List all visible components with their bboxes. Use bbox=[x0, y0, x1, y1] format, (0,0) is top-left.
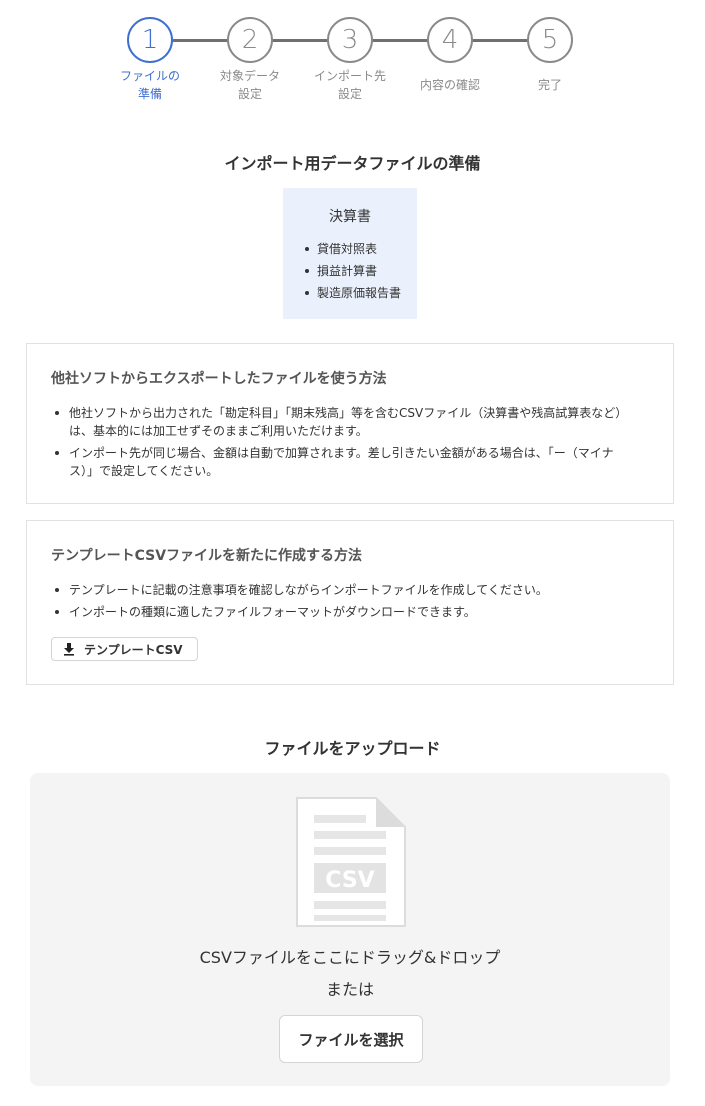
step-circle: 5 bbox=[527, 17, 573, 63]
list-item: 他社ソフトから出力された「勘定科目」「期末残高」等を含むCSVファイル（決算書や… bbox=[51, 404, 649, 440]
file-dropzone[interactable]: CSV CSVファイルをここにドラッグ&ドロップ または ファイルを選択 bbox=[30, 773, 670, 1086]
bullet-line: インポート先が同じ場合、金額は自動で加算されます。差し引きたい金額がある場合は、… bbox=[69, 446, 614, 460]
step-label: ファイルの 準備 bbox=[100, 67, 200, 103]
template-csv-download-button[interactable]: テンプレートCSV bbox=[51, 637, 198, 661]
list-item: インポート先が同じ場合、金額は自動で加算されます。差し引きたい金額がある場合は、… bbox=[51, 444, 649, 480]
step-label: 完了 bbox=[500, 76, 600, 94]
step-3: 3 インポート先 設定 bbox=[300, 17, 400, 103]
step-1: 1 ファイルの 準備 bbox=[100, 17, 200, 103]
bullet-line: 他社ソフトから出力された「勘定科目」「期末残高」等を含むCSVファイル（決算書や… bbox=[69, 406, 628, 420]
step-2: 2 対象データ 設定 bbox=[200, 17, 300, 103]
step-circle: 3 bbox=[327, 17, 373, 63]
list-item: テンプレートに記載の注意事項を確認しながらインポートファイルを作成してください。 bbox=[51, 581, 649, 599]
step-label-line: 設定 bbox=[337, 87, 362, 101]
step-label: 対象データ 設定 bbox=[200, 67, 300, 103]
or-text: または bbox=[325, 980, 374, 999]
list-item: インポートの種類に適したファイルフォーマットがダウンロードできます。 bbox=[51, 603, 649, 621]
list-item: 損益計算書 bbox=[303, 260, 417, 282]
list-item: 製造原価報告書 bbox=[303, 282, 417, 304]
import-stepper: 1 ファイルの 準備 2 対象データ 設定 3 インポート先 設定 4 内容の確… bbox=[0, 17, 705, 107]
list-item: 貸借対照表 bbox=[303, 238, 417, 260]
bullet-line: ス）」で設定してください。 bbox=[69, 464, 219, 478]
step-label: 内容の確認 bbox=[400, 76, 500, 94]
card-bullets: 他社ソフトから出力された「勘定科目」「期末残高」等を含むCSVファイル（決算書や… bbox=[51, 404, 649, 480]
select-file-button[interactable]: ファイルを選択 bbox=[279, 1015, 423, 1063]
step-label: インポート先 設定 bbox=[300, 67, 400, 103]
export-method-card: 他社ソフトからエクスポートしたファイルを使う方法 他社ソフトから出力された「勘定… bbox=[26, 343, 674, 504]
step-circle: 4 bbox=[427, 17, 473, 63]
csv-icon-label: CSV bbox=[325, 868, 374, 893]
card-title: テンプレートCSVファイルを新たに作成する方法 bbox=[51, 548, 363, 564]
step-5: 5 完了 bbox=[500, 17, 600, 94]
template-csv-label: テンプレートCSV bbox=[84, 642, 183, 657]
prepare-title: インポート用データファイルの準備 bbox=[224, 154, 481, 173]
bullet-line: は、基本的には加工せずそのままご利用いただけます。 bbox=[69, 424, 368, 438]
drop-instruction: CSVファイルをここにドラッグ&ドロップ bbox=[199, 948, 501, 967]
statements-title: 決算書 bbox=[329, 209, 371, 225]
step-label-line: 完了 bbox=[537, 78, 562, 92]
csv-file-icon: CSV bbox=[296, 797, 406, 927]
template-method-card: テンプレートCSVファイルを新たに作成する方法 テンプレートに記載の注意事項を確… bbox=[26, 520, 674, 685]
statements-box: 決算書 貸借対照表 損益計算書 製造原価報告書 bbox=[283, 188, 417, 319]
step-circle: 2 bbox=[227, 17, 273, 63]
step-label-line: 内容の確認 bbox=[419, 78, 480, 92]
step-label-line: インポート先 bbox=[313, 69, 386, 83]
statements-list: 貸借対照表 損益計算書 製造原価報告書 bbox=[303, 238, 417, 304]
upload-title: ファイルをアップロード bbox=[264, 739, 441, 758]
step-label-line: 対象データ bbox=[219, 69, 280, 83]
step-label-line: 準備 bbox=[137, 87, 162, 101]
card-title: 他社ソフトからエクスポートしたファイルを使う方法 bbox=[51, 371, 387, 387]
step-label-line: 設定 bbox=[237, 87, 262, 101]
card-bullets: テンプレートに記載の注意事項を確認しながらインポートファイルを作成してください。… bbox=[51, 581, 649, 621]
step-label-line: ファイルの bbox=[119, 69, 180, 83]
step-circle: 1 bbox=[127, 17, 173, 63]
step-4: 4 内容の確認 bbox=[400, 17, 500, 94]
download-icon bbox=[64, 643, 74, 656]
